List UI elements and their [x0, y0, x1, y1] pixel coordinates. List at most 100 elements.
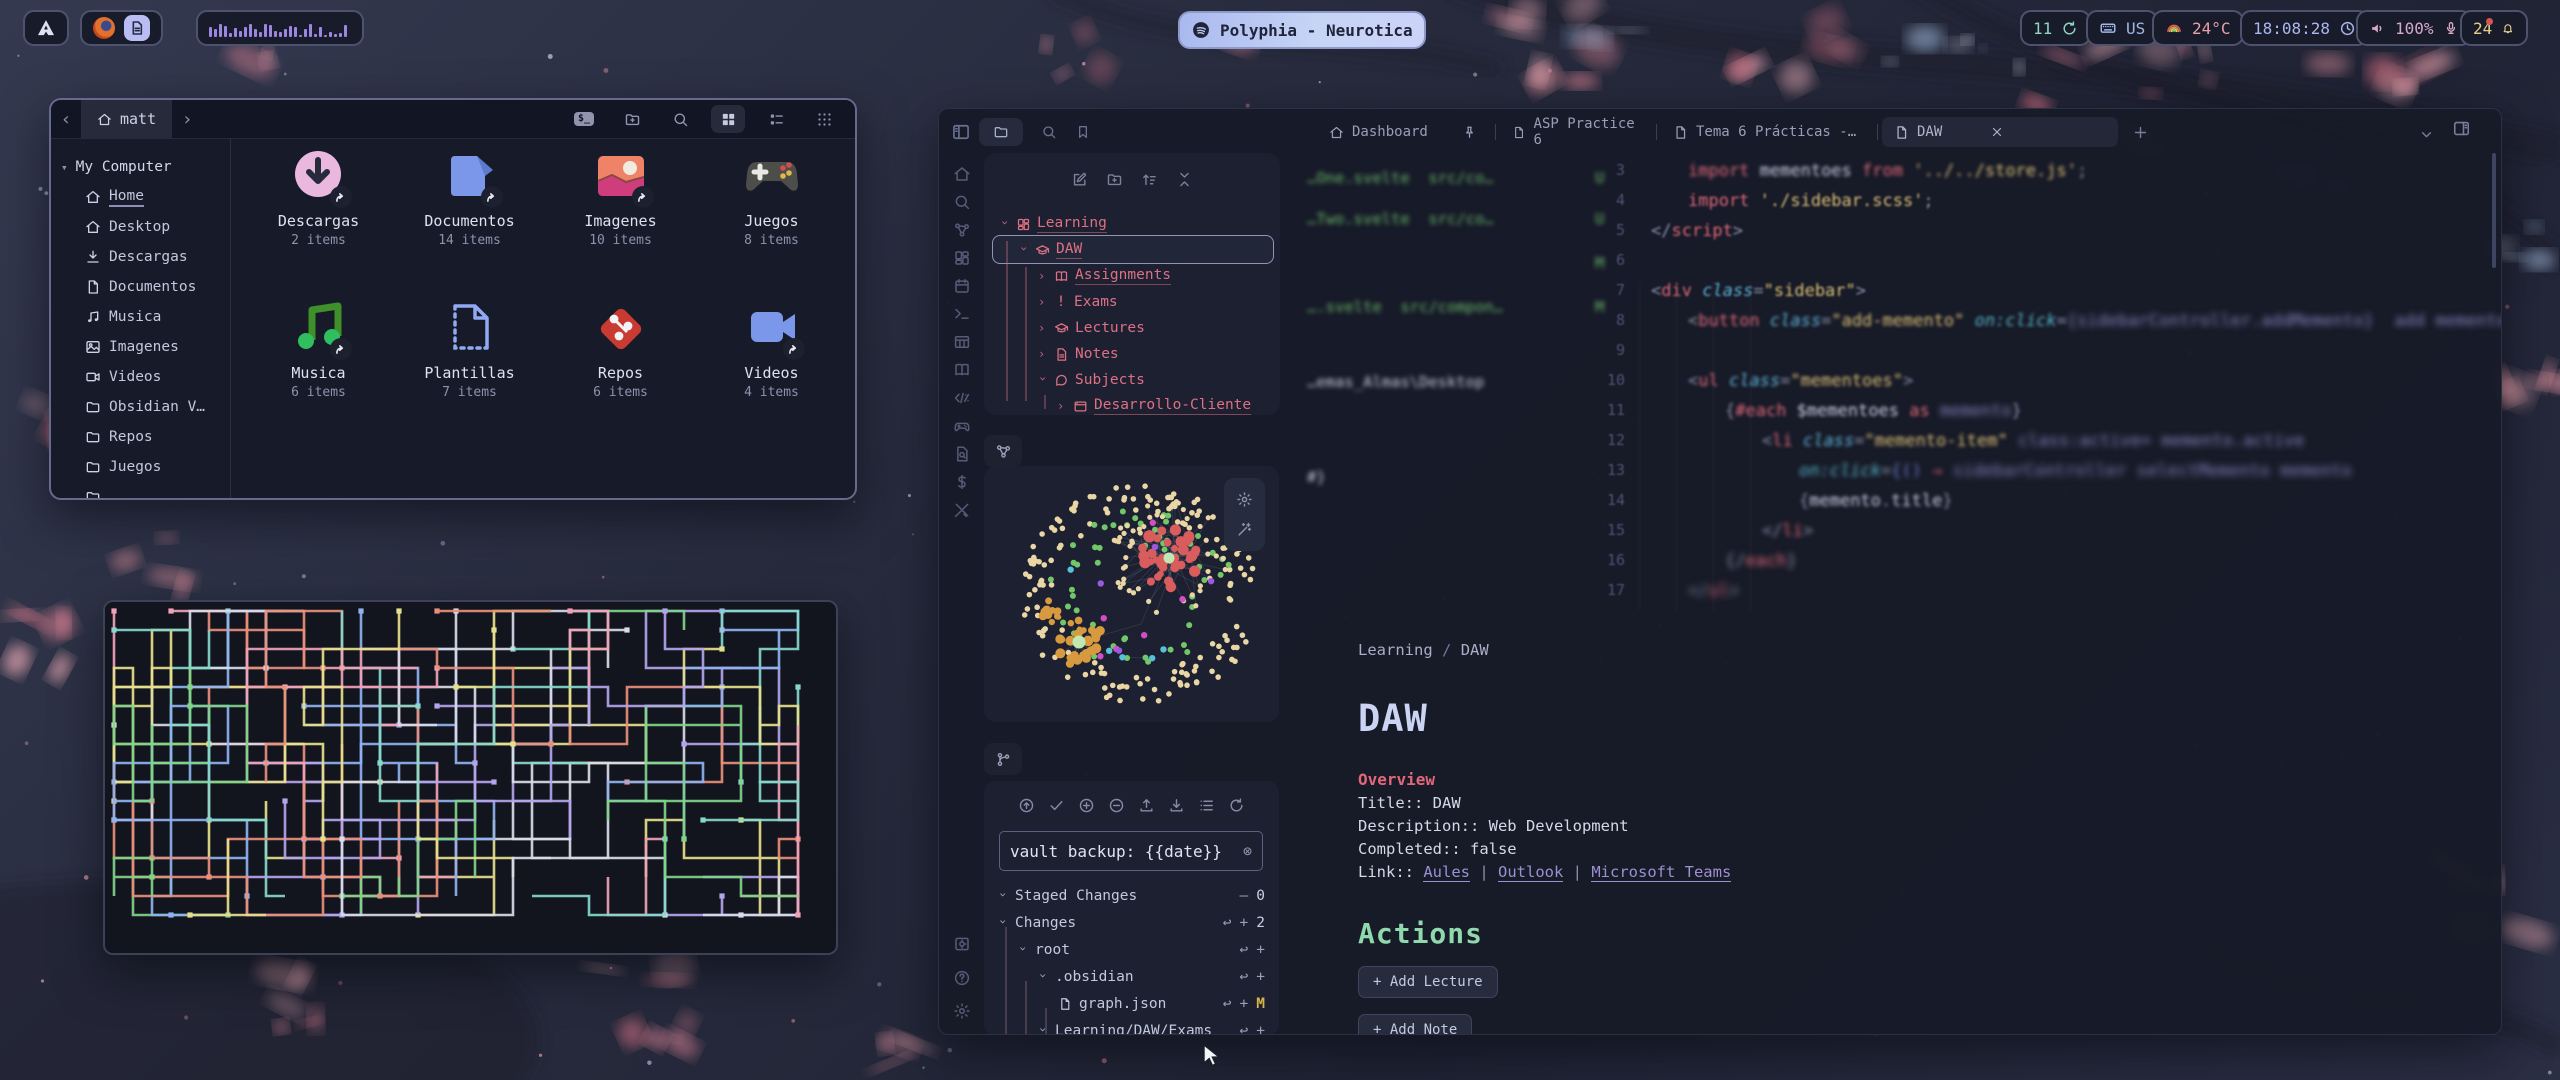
search-ribbon-icon[interactable]: [953, 193, 971, 211]
running-apps-pill[interactable]: [80, 10, 163, 46]
list-button[interactable]: [1198, 795, 1215, 814]
file-item-plantillas[interactable]: Plantillas7 items: [398, 296, 541, 448]
sidebar-toggle-icon[interactable]: [951, 122, 971, 142]
gear-ribbon-icon[interactable]: [953, 1001, 971, 1021]
stage-all-button[interactable]: [1078, 795, 1095, 814]
forward-button[interactable]: ›: [172, 109, 202, 130]
new-folder-button[interactable]: [1106, 169, 1123, 188]
sidebar-header[interactable]: ▾My Computer: [51, 152, 230, 182]
cards-ribbon-icon[interactable]: [953, 249, 971, 267]
file-item-documentos[interactable]: Documentos14 items: [398, 144, 541, 296]
book-ribbon-icon[interactable]: [953, 361, 971, 379]
discard-icon[interactable]: ↩: [1223, 915, 1232, 931]
discard-icon[interactable]: ↩: [1223, 996, 1232, 1012]
file-item-imagenes[interactable]: Imagenes10 items: [549, 144, 692, 296]
tab-list-icon[interactable]: [2418, 126, 2435, 143]
push-button[interactable]: [1138, 795, 1155, 814]
pipes-art-window[interactable]: [103, 600, 838, 955]
list-view-button[interactable]: [759, 105, 793, 133]
sidebar-item-documentos[interactable]: Documentos: [51, 272, 230, 302]
add-note-button[interactable]: + Add Note: [1358, 1014, 1472, 1035]
tree-item-desarrollo-cliente[interactable]: ›Desarrollo-Cliente: [1057, 395, 1251, 417]
git-item--obsidian[interactable]: ›.obsidian↩+: [1038, 966, 1279, 988]
firefox-icon[interactable]: [93, 17, 115, 39]
tab-tema-6-pr-cticas-[interactable]: Tema 6 Prácticas -…: [1661, 117, 1873, 147]
git-item-changes[interactable]: ›Changes↩+2: [998, 912, 1279, 934]
breadcrumb-current[interactable]: DAW: [1461, 641, 1489, 659]
close-tab-icon[interactable]: [1990, 124, 2004, 140]
terminal-ribbon-icon[interactable]: [953, 305, 971, 323]
tree-item-daw[interactable]: ›DAW: [1019, 239, 1082, 261]
discard-icon[interactable]: ↩: [1240, 942, 1249, 958]
tab-daw[interactable]: DAW: [1882, 117, 2118, 147]
back-button[interactable]: ‹: [51, 109, 81, 130]
media-player-pill[interactable]: Polyphia - Neurotica: [1178, 11, 1426, 49]
unstage-all-button[interactable]: [1108, 795, 1125, 814]
panel-tab-search[interactable]: [1041, 124, 1057, 140]
help-ribbon-icon[interactable]: [953, 967, 971, 987]
tree-item-learning[interactable]: ›Learning: [1000, 213, 1107, 235]
note-link-microsoft-teams[interactable]: Microsoft Teams: [1591, 863, 1731, 882]
table-ribbon-icon[interactable]: [953, 333, 971, 351]
tree-item-lectures[interactable]: ›Lectures: [1038, 317, 1145, 339]
stage-icon[interactable]: +: [1256, 969, 1265, 985]
stage-icon[interactable]: +: [1256, 942, 1265, 958]
tree-item-notes[interactable]: ›Notes: [1038, 343, 1119, 365]
tab-asp-practice-6[interactable]: ASP Practice 6: [1500, 117, 1652, 147]
git-item-root[interactable]: ›root↩+: [1018, 939, 1279, 961]
obsidian-window[interactable]: Dashboard ASP Practice 6 Tema 6 Prácticas …: [938, 108, 2502, 1035]
tray-volume[interactable]: 100%: [2356, 10, 2472, 46]
clear-message-icon[interactable]: ⊗: [1243, 842, 1252, 860]
scrollbar-thumb[interactable]: [2492, 153, 2496, 268]
git-item-graph-json[interactable]: graph.json↩+M: [1058, 993, 1279, 1015]
calendar-ribbon-icon[interactable]: [953, 277, 971, 295]
tray-clock[interactable]: 18:08:28: [2240, 10, 2369, 46]
codetag-ribbon-icon[interactable]: [953, 389, 971, 407]
graph-panel-tab[interactable]: [984, 435, 1022, 467]
pin-icon[interactable]: [1462, 124, 1477, 140]
tree-item-subjects[interactable]: ›Subjects: [1038, 369, 1145, 391]
stage-icon[interactable]: +: [1240, 996, 1249, 1012]
sidebar-item-repos[interactable]: Repos: [51, 422, 230, 452]
file-item-juegos[interactable]: Juegos8 items: [700, 144, 843, 296]
search-button[interactable]: [663, 105, 697, 133]
tray-updates[interactable]: 11: [2020, 10, 2091, 46]
terminal-button[interactable]: $_: [567, 105, 601, 133]
tray-notifications[interactable]: 24: [2460, 10, 2528, 46]
sidebar-item-juegos[interactable]: Juegos: [51, 452, 230, 482]
graph-wand-icon[interactable]: [1236, 521, 1253, 538]
graph-view-panel[interactable]: [984, 466, 1279, 722]
tree-item-assignments[interactable]: ›Assignments: [1038, 265, 1171, 287]
breadcrumb-parent[interactable]: Learning: [1358, 641, 1433, 659]
tree-item-exams[interactable]: ›!Exams: [1038, 291, 1118, 313]
tray-weather[interactable]: 24°C: [2152, 10, 2244, 46]
git-item-learning-daw-exams[interactable]: ›Learning/DAW/Exams↩+: [1038, 1020, 1279, 1035]
discard-icon[interactable]: ↩: [1240, 1023, 1249, 1035]
sidebar-item-obsidian-v-[interactable]: Obsidian V…: [51, 392, 230, 422]
tab-dashboard[interactable]: Dashboard: [1317, 117, 1491, 147]
stage-icon[interactable]: +: [1240, 915, 1249, 931]
new-note-button[interactable]: [1071, 169, 1088, 188]
file-item-repos[interactable]: Repos6 items: [549, 296, 692, 448]
file-manager-window[interactable]: ‹ matt › $_ ▾My ComputerHomeDesktopDesca…: [49, 98, 857, 500]
gamepad-ribbon-icon[interactable]: [953, 417, 971, 435]
pull-button[interactable]: [1168, 795, 1185, 814]
right-sidebar-toggle-icon[interactable]: [2452, 119, 2471, 138]
sidebar-item-videos[interactable]: Videos: [51, 362, 230, 392]
note-link-outlook[interactable]: Outlook: [1498, 863, 1563, 882]
home-ribbon-icon[interactable]: [953, 165, 971, 183]
swords-ribbon-icon[interactable]: [953, 501, 971, 519]
file-item-musica[interactable]: Musica6 items: [247, 296, 390, 448]
grid-view-button[interactable]: [711, 105, 745, 133]
sidebar-item-desktop[interactable]: Desktop: [51, 212, 230, 242]
file-search-ribbon-icon[interactable]: [953, 445, 971, 463]
sidebar-item-imagenes[interactable]: Imagenes: [51, 332, 230, 362]
obsidian-icon[interactable]: [124, 15, 150, 41]
check-button[interactable]: [1048, 795, 1065, 814]
sidebar-item-descargas[interactable]: Descargas: [51, 242, 230, 272]
sidebar-item-musica[interactable]: Musica: [51, 302, 230, 332]
commit-message-input[interactable]: vault backup: {{date}} ⊗: [999, 831, 1263, 871]
file-item-videos[interactable]: Videos4 items: [700, 296, 843, 448]
launcher-button[interactable]: [23, 10, 69, 46]
panel-tab-bookmark[interactable]: [1075, 124, 1091, 140]
